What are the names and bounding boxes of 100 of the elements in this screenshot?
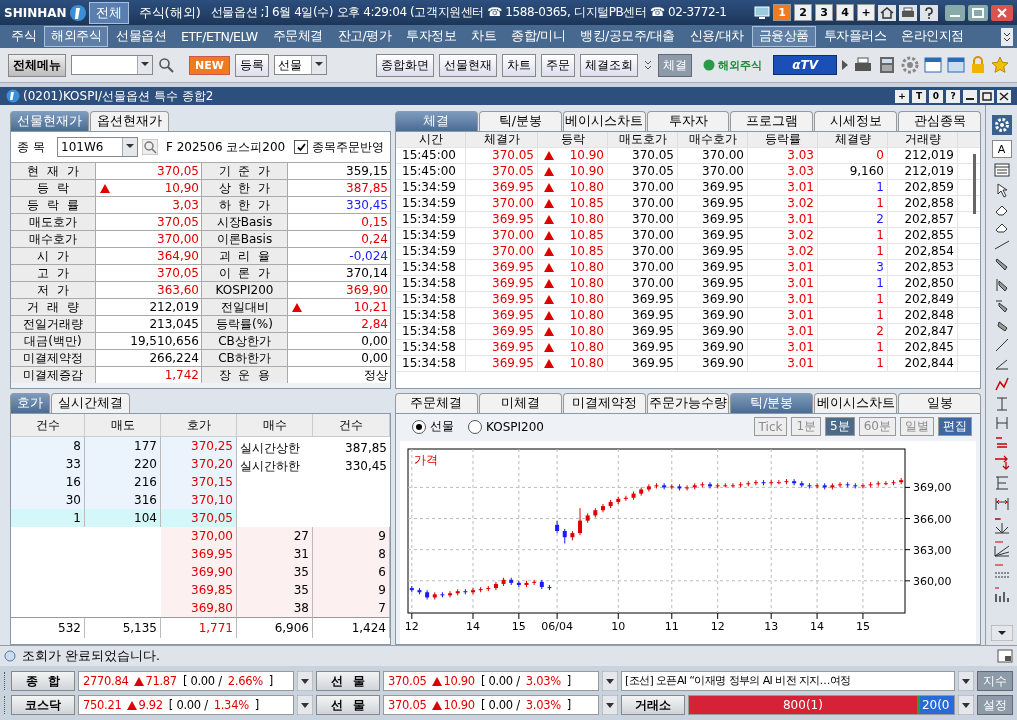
overseas-stock-button[interactable]: 해외주식 [697, 56, 769, 74]
monitor-icon[interactable] [754, 5, 770, 20]
dropdown-icon[interactable] [958, 671, 974, 691]
news-headline[interactable]: [조선] 오픈AI “이재명 정부의 AI 비전 지지…여정 [621, 671, 955, 691]
line-icon[interactable] [993, 239, 1010, 251]
screen-button[interactable]: + [857, 4, 875, 21]
search-icon[interactable] [158, 57, 174, 73]
list-icon[interactable] [993, 163, 1010, 177]
pencil-icon[interactable] [993, 256, 1010, 272]
menu-item[interactable]: 종합/미니 [504, 26, 573, 47]
category-select[interactable]: 선물 [273, 55, 327, 75]
panel-tab[interactable]: 틱/분봉 [478, 111, 562, 131]
window-tool-button[interactable]: + [895, 89, 909, 103]
close-icon[interactable] [991, 4, 1013, 21]
window-icon[interactable] [947, 56, 965, 74]
star-icon[interactable] [991, 56, 1009, 74]
panel-tab[interactable]: 옵션현재가 [90, 111, 169, 131]
menu-item[interactable]: 잔고/평가 [330, 26, 399, 47]
range-icon[interactable] [993, 496, 1010, 512]
panel-tab[interactable]: 미체결 [478, 393, 562, 413]
dropdown-icon[interactable] [602, 695, 618, 715]
all-menu-button[interactable]: 전체메뉴 [8, 53, 66, 77]
panel-tab[interactable]: 체결 [395, 111, 478, 131]
printer-icon[interactable] [899, 4, 917, 21]
pencil-icon[interactable] [993, 298, 1010, 314]
gear-icon[interactable] [901, 56, 919, 74]
panel-tab[interactable]: 호가 [10, 393, 50, 413]
zigzag-icon[interactable] [993, 376, 1010, 392]
line-icon[interactable] [993, 338, 1010, 352]
window-tool-button[interactable]: T [912, 89, 926, 103]
home-icon[interactable] [878, 4, 896, 21]
dropdown-icon[interactable] [297, 671, 313, 691]
panel-tab[interactable]: 선물현재가 [10, 111, 89, 131]
close-icon[interactable] [997, 89, 1011, 103]
scrollbar[interactable] [973, 154, 976, 214]
checkbox[interactable] [294, 140, 308, 154]
register-button[interactable]: 등록 [234, 53, 269, 77]
top-tab[interactable]: 전체 [88, 1, 129, 24]
fan-icon[interactable] [992, 540, 1011, 558]
gear-icon[interactable] [991, 115, 1012, 135]
window-tool-button[interactable]: ? [946, 89, 960, 103]
menu-search-field[interactable] [71, 55, 153, 75]
panel-tab[interactable]: 실시간체결 [51, 393, 130, 413]
range-icon[interactable] [993, 475, 1010, 491]
expand-icon[interactable] [643, 58, 654, 72]
screen-button[interactable]: 4 [836, 4, 854, 21]
font-button[interactable]: A [991, 140, 1012, 158]
menu-item[interactable]: 금융상품 [751, 26, 816, 47]
panel-tab[interactable]: 관심종목 [898, 111, 981, 131]
dropdown-icon[interactable] [297, 695, 313, 715]
panel-tab[interactable]: 베이시스차트 [814, 393, 898, 413]
menu-item[interactable]: 주식 [4, 26, 43, 47]
tv-button[interactable]: αTV [773, 55, 837, 75]
minimize-icon[interactable] [945, 4, 965, 21]
radio-button[interactable] [412, 419, 426, 434]
panel-tab[interactable]: 틱/분봉 [730, 393, 814, 413]
dropdown-icon[interactable] [602, 671, 618, 691]
panel-tab[interactable]: 베이시스차트 [562, 111, 646, 131]
panel-tab[interactable]: 프로그램 [730, 111, 814, 131]
window-icon[interactable] [997, 649, 1013, 663]
dropdown-icon[interactable] [958, 695, 974, 715]
screen-shortcut-button[interactable]: 종합화면 [376, 53, 435, 77]
menu-item[interactable]: ETF/ETN/ELW [174, 27, 265, 46]
pencil-icon[interactable] [993, 277, 1010, 293]
screen-shortcut-button[interactable]: 차트 [502, 53, 537, 77]
menu-item[interactable]: 투자플러스 [816, 26, 894, 47]
printer-icon[interactable] [853, 56, 873, 74]
panel-tab[interactable]: 주문체결 [395, 393, 478, 413]
menu-item[interactable]: 온라인지점 [894, 26, 971, 47]
panel-tab[interactable]: 투자자 [646, 111, 730, 131]
menu-item[interactable]: 뱅킹/공모주/대출 [573, 26, 682, 47]
vertical-line-icon[interactable] [994, 397, 1009, 411]
menu-item[interactable]: 차트 [464, 26, 504, 47]
horizontal-line-icon[interactable] [994, 416, 1009, 430]
period-button[interactable]: 5분 [825, 417, 855, 436]
menu-item[interactable]: 해외주식 [44, 26, 108, 47]
screen-button[interactable]: 2 [794, 4, 812, 21]
maximize-icon[interactable] [968, 4, 988, 21]
screen-shortcut-button[interactable]: 선물현재 [439, 53, 498, 77]
maximize-icon[interactable] [980, 89, 994, 103]
screen-shortcut-button[interactable]: 체결조회 [580, 53, 639, 77]
minimize-icon[interactable] [963, 89, 977, 103]
menu-item[interactable]: 주문체결 [265, 26, 330, 47]
help-icon[interactable] [920, 4, 938, 21]
scroll-down-icon[interactable] [990, 625, 1013, 641]
search-icon[interactable] [142, 139, 158, 155]
menu-item[interactable]: 신용/대차 [683, 26, 751, 47]
menu-item[interactable]: 선물옵션 [109, 26, 173, 47]
radio-button[interactable] [468, 419, 482, 434]
panel-tab[interactable]: 일봉 [898, 393, 981, 413]
symbol-code-field[interactable]: 101W6 [57, 137, 138, 157]
arrows-icon[interactable] [993, 454, 1010, 470]
panel-tab[interactable]: 주문가능수량 [646, 393, 730, 413]
edit-button[interactable]: 편집 [938, 417, 972, 436]
fan-icon[interactable] [992, 517, 1011, 535]
chevron-icon[interactable] [1001, 27, 1013, 46]
top-tab[interactable]: 주식(해외) [131, 1, 208, 24]
screen-button[interactable]: 3 [815, 4, 833, 21]
cursor-icon[interactable] [994, 182, 1009, 198]
menu-item[interactable]: 투자정보 [399, 26, 464, 47]
